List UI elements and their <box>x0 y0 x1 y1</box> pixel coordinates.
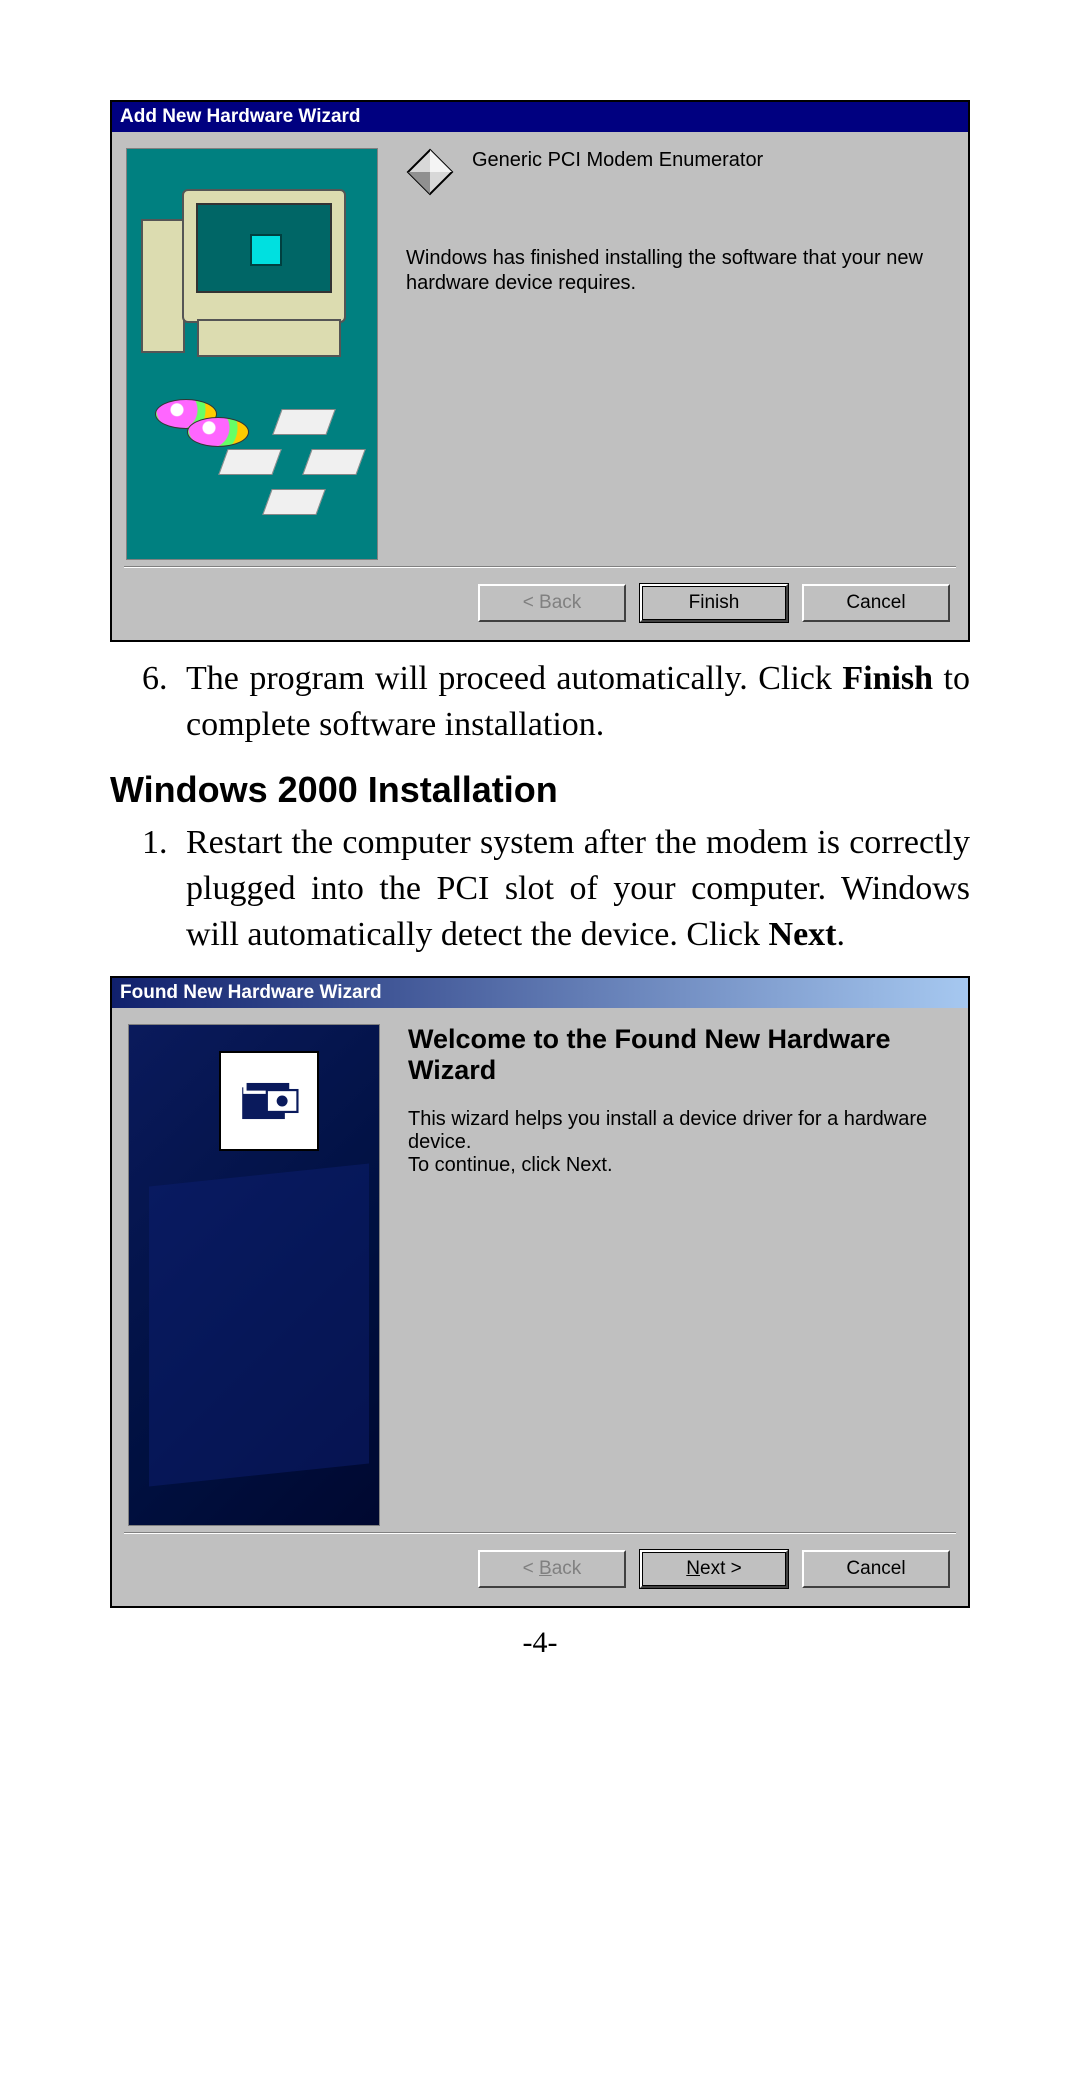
dialog2-heading: Welcome to the Found New Hardware Wizard <box>408 1024 952 1086</box>
dialog2-continue-text: To continue, click Next. <box>408 1154 952 1177</box>
hardware-icon <box>219 1051 319 1151</box>
section-heading-win2000: Windows 2000 Installation <box>110 766 970 815</box>
cancel-button[interactable]: Cancel <box>802 584 950 622</box>
step-6: The program will proceed automatically. … <box>176 656 970 748</box>
back-button: < Back <box>478 584 626 622</box>
add-new-hardware-wizard-dialog: Add New Hardware Wizard <box>110 100 970 642</box>
device-name-label: Generic PCI Modem Enumerator <box>472 148 763 173</box>
finish-button[interactable]: Finish <box>640 584 788 622</box>
dialog1-message: Windows has finished installing the soft… <box>406 246 954 296</box>
found-new-hardware-wizard-dialog: Found New Hardware Wizard Welcome to the… <box>110 976 970 1608</box>
wizard-illustration-blue <box>128 1024 380 1526</box>
instruction-list-win2000: Restart the computer system after the mo… <box>110 820 970 958</box>
instruction-list-step6: The program will proceed automatically. … <box>110 656 970 748</box>
wizard-illustration <box>126 148 378 560</box>
device-icon <box>406 148 454 196</box>
page-number: -4- <box>110 1626 970 1660</box>
dialog1-titlebar: Add New Hardware Wizard <box>112 102 968 132</box>
cancel-button[interactable]: Cancel <box>802 1550 950 1588</box>
next-button[interactable]: Next > <box>640 1550 788 1588</box>
back-button: < Back <box>478 1550 626 1588</box>
dialog2-titlebar: Found New Hardware Wizard <box>112 978 968 1008</box>
step-1: Restart the computer system after the mo… <box>176 820 970 958</box>
dialog2-body-text: This wizard helps you install a device d… <box>408 1108 952 1154</box>
